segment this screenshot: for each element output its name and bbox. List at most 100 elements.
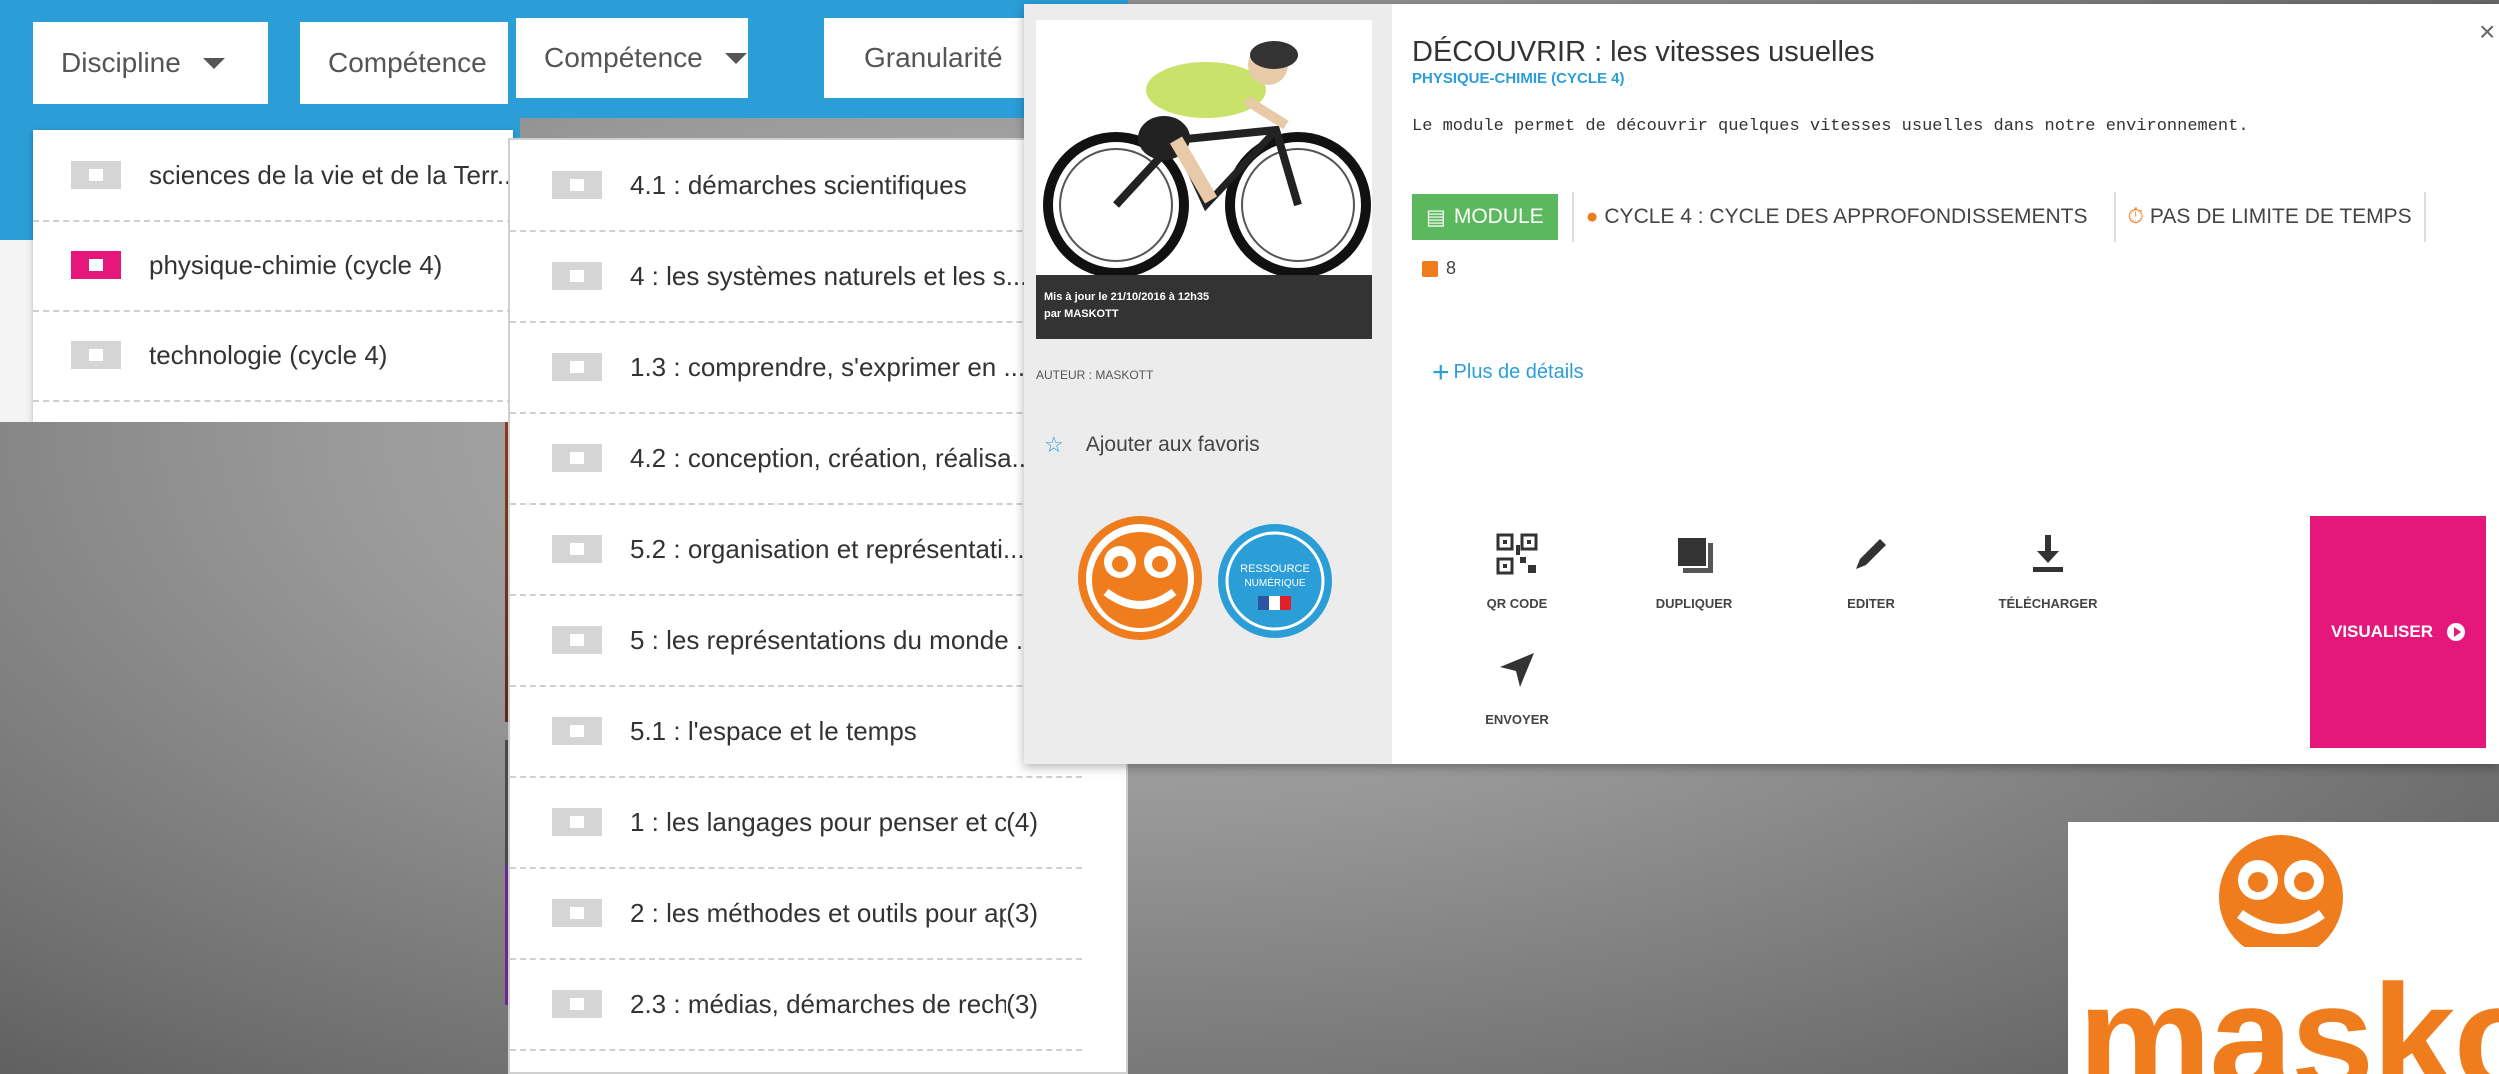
granularite-dropdown-label: Granularité <box>864 42 1003 73</box>
action-label: ENVOYER <box>1485 712 1549 727</box>
discipline-option[interactable]: technologie (cycle 4) <box>33 310 513 402</box>
discipline-option-label: sciences de la vie et de la Terr... <box>149 159 513 190</box>
send-button[interactable]: ENVOYER <box>1447 640 1587 727</box>
option-count: (3) <box>1006 988 1038 1019</box>
competence-option-label: 4.2 : conception, création, réalisa... <box>630 442 1034 473</box>
module-tag-label: MODULE <box>1453 205 1544 228</box>
competence-dropdown-label: Compétence <box>328 47 487 78</box>
update-info: Mis à jour le 21/10/2016 à 12h35 par MAS… <box>1036 275 1372 339</box>
play-circle-icon <box>2447 623 2466 641</box>
checkbox[interactable] <box>552 444 602 472</box>
visualize-label: VISUALISER <box>2330 622 2434 641</box>
checkbox[interactable] <box>552 899 602 927</box>
send-icon <box>1447 640 1587 700</box>
discipline-dropdown[interactable]: Discipline <box>33 22 268 104</box>
copy-icon <box>1624 524 1764 584</box>
time-tag-label: PAS DE LIMITE DE TEMPS <box>2149 205 2412 228</box>
badge-line2: NUMÉRIQUE <box>1244 576 1305 589</box>
resource-card: Mis à jour le 21/10/2016 à 12h35 par MAS… <box>1024 4 2499 764</box>
resource-title: DÉCOUVRIR : les vitesses usuelles <box>1412 36 1875 68</box>
more-details-link[interactable]: + Plus de détails <box>1432 356 1584 390</box>
action-label: QR CODE <box>1486 596 1548 611</box>
competence-option[interactable]: 2.3 : médias, démarches de reche... (3) <box>510 959 1082 1051</box>
badge-line1: RESSOURCE <box>1240 563 1310 575</box>
more-details-label: Plus de détails <box>1453 361 1584 383</box>
checkbox[interactable] <box>71 161 121 189</box>
competence-option-label: 2.3 : médias, démarches de reche... <box>630 988 1007 1019</box>
bag-icon <box>1422 260 1438 277</box>
competence-option-label: 1.3 : comprendre, s'exprimer en ... <box>630 351 1026 382</box>
competence-option[interactable]: 4.1 : démarches scientifiques <box>510 140 1082 232</box>
visualize-button[interactable]: VISUALISER <box>2310 516 2486 748</box>
chevron-down-icon <box>202 57 225 69</box>
competence-dropdown-label: Compétence <box>544 42 703 73</box>
resource-thumbnail[interactable] <box>1036 20 1372 275</box>
maskott-logo: maskott <box>2068 822 2499 1074</box>
resource-tags: ▤ MODULE ● CYCLE 4 : CYCLE DES APPROFOND… <box>1412 192 2426 242</box>
competence-option[interactable]: 5.1 : l'espace et le temps <box>510 686 1082 778</box>
star-icon: ☆ <box>1044 432 1064 457</box>
competence-option[interactable]: 1.3 : comprendre, s'exprimer en ... <box>510 322 1082 414</box>
competence-option-label: 5.2 : organisation et représentati... <box>630 533 1025 564</box>
maskott-wordmark: maskott <box>2078 953 2499 1074</box>
cycle-tag: ● CYCLE 4 : CYCLE DES APPROFONDISSEMENTS <box>1571 192 2100 242</box>
cyclist-image <box>1036 20 1372 275</box>
competence-dropdown-behind[interactable]: Compétence <box>300 22 520 104</box>
qr-code-button[interactable]: QR CODE <box>1447 524 1587 611</box>
competence-option-label: 4 : les systèmes naturels et les s... <box>630 260 1028 291</box>
action-label: DUPLIQUER <box>1655 596 1733 611</box>
competence-option[interactable]: 2 : les méthodes et outils pour ap... (3) <box>510 868 1082 960</box>
discipline-option[interactable]: sciences de la vie et de la Terr... <box>33 130 513 222</box>
download-icon <box>1978 524 2118 584</box>
download-button[interactable]: TÉLÉCHARGER <box>1978 524 2118 611</box>
competence-option-label: 2 : les méthodes et outils pour ap... <box>630 897 1007 928</box>
pencil-icon <box>1801 524 1941 584</box>
competence-option[interactable]: 5 : les représentations du monde ... <box>510 595 1082 687</box>
competence-option-label: 5 : les représentations du monde ... <box>630 624 1038 655</box>
maskott-mascot-logo <box>1078 516 1202 640</box>
competence-option-label: 1 : les langages pour penser et co... <box>630 806 1007 837</box>
checkbox[interactable] <box>552 535 602 563</box>
close-button[interactable]: × <box>2479 16 2495 48</box>
add-favorite-link[interactable]: ☆ Ajouter aux favoris <box>1044 432 1260 458</box>
resource-subtitle: PHYSIQUE-CHIMIE (CYCLE 4) <box>1412 70 1625 87</box>
discipline-option-label: physique-chimie (cycle 4) <box>149 249 443 280</box>
update-date: Mis à jour le 21/10/2016 à 12h35 <box>1044 291 1210 303</box>
checkbox[interactable] <box>552 626 602 654</box>
action-label: TÉLÉCHARGER <box>1998 596 2098 611</box>
activity-count: 8 <box>1422 258 1456 279</box>
duplicate-button[interactable]: DUPLIQUER <box>1624 524 1764 611</box>
favorite-label: Ajouter aux favoris <box>1085 433 1260 456</box>
competence-option[interactable]: 5.2 : organisation et représentati... <box>510 504 1082 596</box>
resource-description: Le module permet de découvrir quelques v… <box>1412 117 2249 136</box>
time-tag: ⏱ PAS DE LIMITE DE TEMPS <box>2113 192 2426 242</box>
cycle-tag-label: CYCLE 4 : CYCLE DES APPROFONDISSEMENTS <box>1604 205 2088 228</box>
document-icon: ▤ <box>1426 205 1446 229</box>
competence-option[interactable]: 4.2 : conception, création, réalisa... <box>510 413 1082 505</box>
checkbox-checked[interactable] <box>71 251 121 279</box>
checkbox[interactable] <box>71 341 121 369</box>
checkbox[interactable] <box>552 808 602 836</box>
timer-icon: ⏱ <box>2127 205 2144 228</box>
author-label: AUTEUR : MASKOTT <box>1036 368 1154 382</box>
option-count: (3) <box>1006 897 1038 928</box>
update-author: par MASKOTT <box>1044 308 1119 320</box>
discipline-option[interactable]: physique-chimie (cycle 4) <box>33 220 513 312</box>
activity-count-value: 8 <box>1446 258 1457 278</box>
checkbox[interactable] <box>552 353 602 381</box>
checkbox[interactable] <box>552 171 602 199</box>
checkbox[interactable] <box>552 717 602 745</box>
discipline-options-list: sciences de la vie et de la Terr... phys… <box>33 130 513 422</box>
checkbox[interactable] <box>552 262 602 290</box>
qr-code-icon <box>1447 524 1587 584</box>
ressource-numerique-badge: RESSOURCE NUMÉRIQUE <box>1218 524 1332 638</box>
chevron-down-icon <box>724 52 747 64</box>
competence-dropdown[interactable]: Compétence <box>516 18 748 98</box>
competence-option[interactable]: 1 : les langages pour penser et co... (4) <box>510 777 1082 869</box>
edit-button[interactable]: EDITER <box>1801 524 1941 611</box>
competence-option[interactable]: 4 : les systèmes naturels et les s... <box>510 231 1082 323</box>
checkbox[interactable] <box>552 990 602 1018</box>
option-count: (4) <box>1006 806 1038 837</box>
plus-icon: + <box>1432 356 1450 389</box>
user-icon: ● <box>1585 205 1599 228</box>
